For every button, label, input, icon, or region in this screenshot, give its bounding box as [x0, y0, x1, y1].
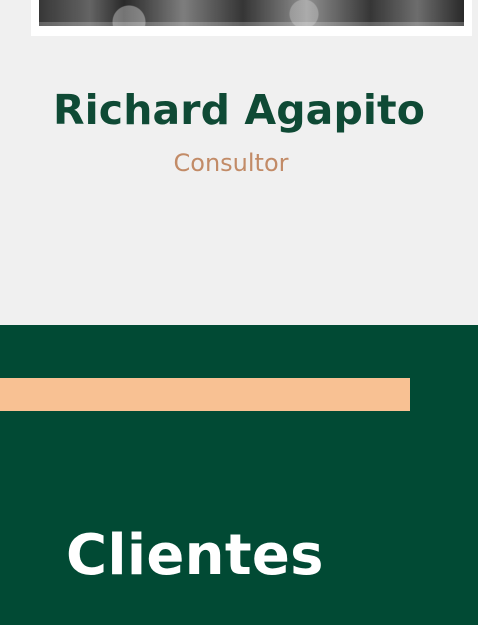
clients-title: Clientes	[66, 523, 324, 588]
clients-section: Clientes	[0, 325, 478, 625]
profile-name: Richard Agapito	[52, 86, 426, 134]
section-accent-bar	[0, 378, 410, 411]
profile-section: Richard Agapito Consultor	[0, 0, 478, 325]
profile-photo	[39, 0, 464, 26]
profile-role: Consultor	[173, 149, 289, 177]
profile-photo-frame	[31, 0, 472, 36]
